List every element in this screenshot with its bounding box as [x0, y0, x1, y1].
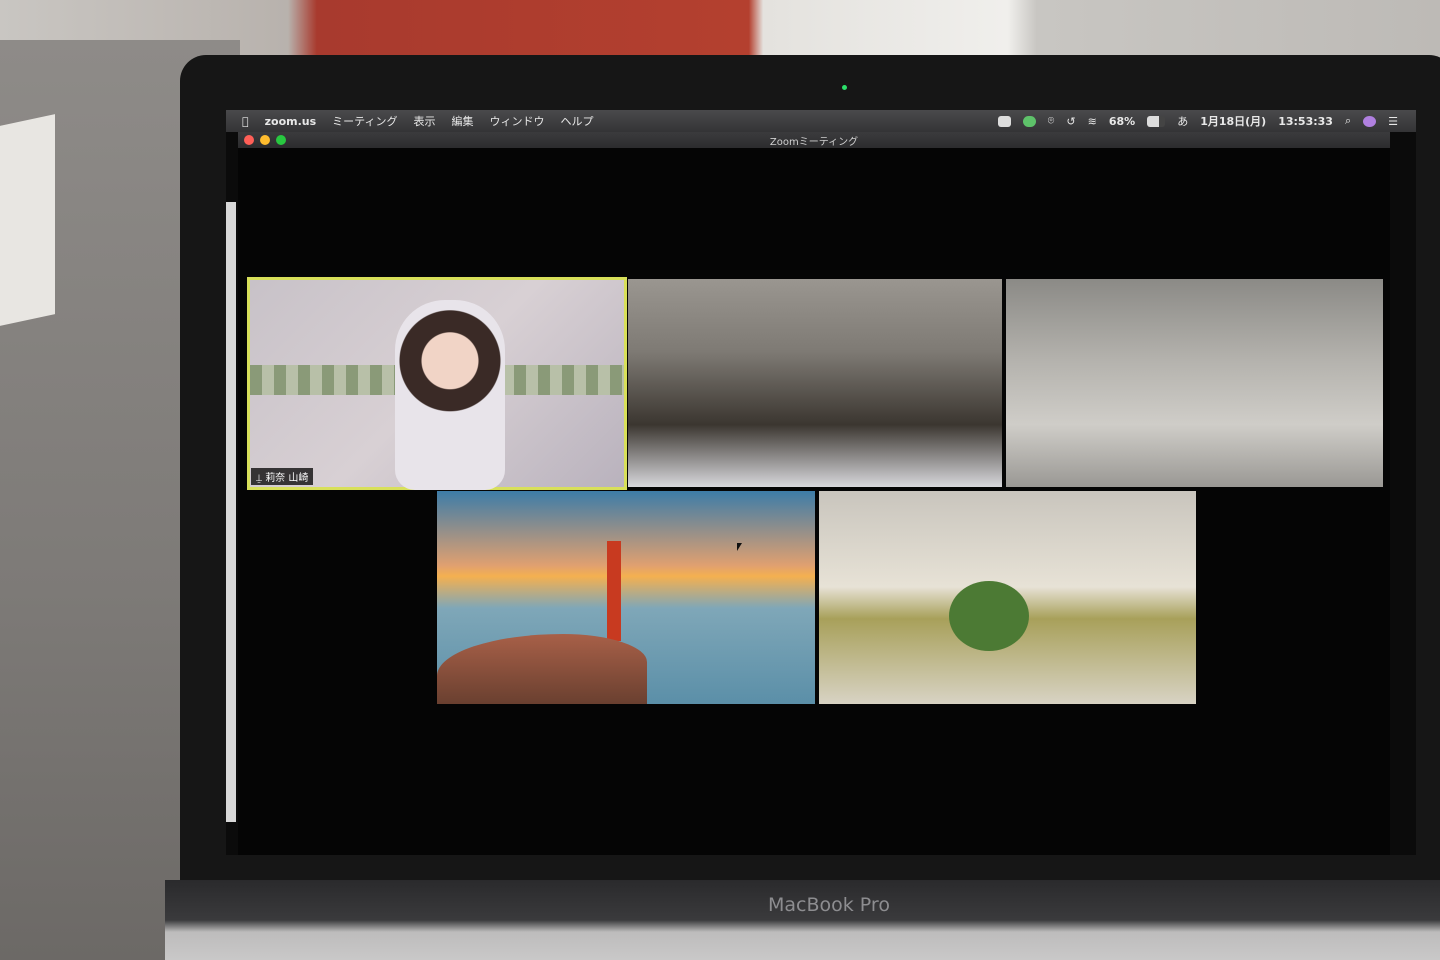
line-icon[interactable] — [1022, 115, 1036, 127]
menu-edit[interactable]: 編集 — [452, 113, 474, 129]
video-tile-office-room[interactable] — [819, 491, 1196, 704]
brand-label: MacBook Pro — [768, 894, 890, 916]
screen:  zoom.us ミーティング 表示 編集 ウィンドウ ヘルプ ⌾ ↺ ≋ 6… — [226, 110, 1416, 855]
wifi-icon[interactable]: ≋ — [1088, 115, 1097, 128]
input-method[interactable]: あ — [1177, 113, 1188, 129]
ruler — [226, 202, 236, 822]
video-tile-office-ceiling[interactable] — [1006, 279, 1383, 487]
date[interactable]: 1月18日(月) — [1200, 113, 1266, 129]
rock — [437, 634, 647, 704]
video-tile-golden-gate[interactable] — [437, 491, 815, 704]
battery-icon[interactable] — [1147, 115, 1166, 127]
participant-video — [395, 300, 505, 490]
participant-name: ⍊ 莉奈 山崎 — [251, 468, 314, 485]
location-icon[interactable]: ⌾ — [1048, 114, 1055, 128]
zoom-meeting-window: Zoomミーティング ⍊ 莉奈 山崎 — [226, 132, 1390, 855]
paper — [0, 114, 55, 326]
laptop-chin — [165, 880, 1440, 960]
battery-percent: 68% — [1108, 114, 1136, 128]
time-machine-icon[interactable]: ↺ — [1066, 115, 1075, 128]
apple-icon[interactable]:  — [242, 115, 249, 128]
siri-icon[interactable] — [1363, 115, 1377, 127]
menu-meeting[interactable]: ミーティング — [332, 113, 397, 129]
video-tile-group[interactable] — [628, 279, 1002, 487]
participant-name-text: 莉奈 山崎 — [265, 473, 309, 484]
menu-help[interactable]: ヘルプ — [561, 113, 594, 129]
menu-bar:  zoom.us ミーティング 表示 編集 ウィンドウ ヘルプ ⌾ ↺ ≋ 6… — [226, 110, 1416, 132]
menu-view[interactable]: 表示 — [414, 113, 436, 129]
menu-window[interactable]: ウィンドウ — [490, 113, 545, 129]
mouse-cursor — [737, 543, 742, 551]
time[interactable]: 13:53:33 — [1278, 115, 1333, 128]
zoom-icon[interactable] — [997, 115, 1011, 127]
video-tile-active-speaker[interactable]: ⍊ 莉奈 山崎 — [247, 277, 627, 490]
title-bar: Zoomミーティング — [238, 132, 1390, 148]
plant — [949, 581, 1029, 651]
window-title: Zoomミーティング — [769, 136, 859, 148]
pin-icon: ⍊ — [256, 473, 266, 484]
menu-app[interactable]: zoom.us — [265, 115, 317, 128]
search-icon[interactable]: ⌕ — [1345, 114, 1351, 128]
notification-center-icon[interactable]: ☰ — [1388, 115, 1398, 128]
bridge-tower — [607, 541, 621, 641]
camera-indicator — [842, 85, 847, 90]
